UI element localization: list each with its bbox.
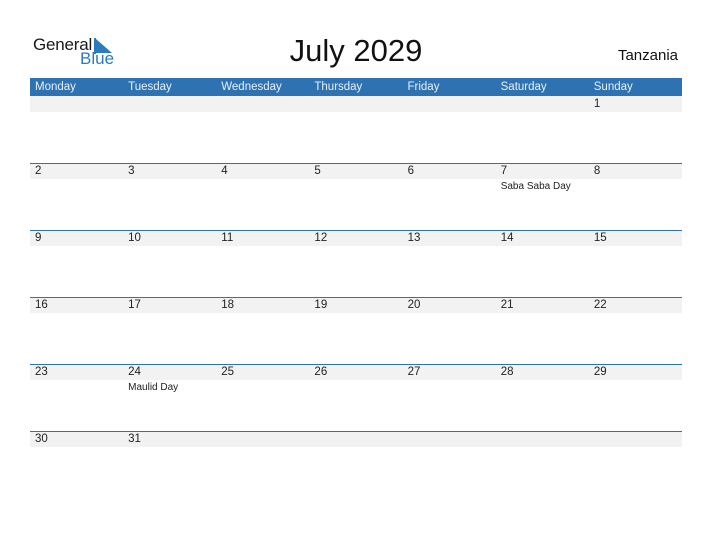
day-number: 13	[407, 232, 421, 244]
day-cell: 24 Maulid Day	[123, 364, 216, 431]
holiday-label: Saba Saba Day	[500, 181, 571, 192]
day-number: 30	[35, 433, 48, 445]
day-cell: 6	[403, 163, 496, 230]
day-cell: 25	[216, 364, 309, 431]
day-cell	[496, 96, 589, 163]
day-cell: 19	[309, 297, 402, 364]
day-number: 12	[314, 232, 328, 244]
day-number: 25	[221, 366, 235, 378]
day-cell: 23	[30, 364, 123, 431]
day-cell	[309, 431, 402, 498]
day-cell: 21	[496, 297, 589, 364]
day-cell: 26	[309, 364, 402, 431]
country-label: Tanzania	[617, 47, 678, 64]
day-number: 3	[128, 165, 135, 177]
week-row: 16 17 18 19 20 21 22	[30, 297, 682, 364]
day-number: 20	[407, 299, 421, 311]
day-cell	[123, 96, 216, 163]
day-number: 11	[221, 232, 234, 244]
day-cell: 20	[403, 297, 496, 364]
day-number: 8	[593, 165, 601, 177]
day-number: 27	[407, 366, 421, 378]
day-cell: 5	[309, 163, 402, 230]
day-number: 10	[128, 232, 141, 244]
weekday-saturday: Saturday	[500, 81, 547, 93]
day-number: 7	[500, 165, 508, 177]
weekday-sunday: Sunday	[593, 81, 633, 93]
day-cell: 17	[123, 297, 216, 364]
day-cell	[589, 431, 682, 498]
day-cell: 12	[309, 230, 402, 297]
day-cell: 1	[589, 96, 682, 163]
day-number: 28	[500, 366, 514, 378]
day-number: 6	[407, 165, 414, 177]
day-cell: 9	[30, 230, 123, 297]
day-number: 9	[35, 232, 42, 244]
day-number: 14	[500, 232, 514, 244]
weekday-header: Monday Tuesday Wednesday Thursday Friday…	[30, 78, 682, 96]
weekday-friday: Friday	[407, 81, 440, 93]
week-row: 1	[30, 96, 682, 163]
day-number: 16	[35, 299, 48, 311]
day-number: 17	[128, 299, 141, 311]
day-number: 26	[314, 366, 328, 378]
day-number: 15	[593, 232, 607, 244]
weekday-tuesday: Tuesday	[128, 81, 172, 93]
day-cell	[30, 96, 123, 163]
day-number: 31	[128, 433, 141, 445]
day-cell: 2	[30, 163, 123, 230]
day-cell	[403, 431, 496, 498]
week-row: 23 24 Maulid Day 25 26 27 28 29	[30, 364, 682, 431]
weeks-container: 1 2 3 4 5 6 7 Saba Saba Day 8 9 10 11 12 13 14 15 16 17 18…	[30, 96, 682, 498]
day-cell: 30	[30, 431, 123, 498]
weekday-wednesday: Wednesday	[221, 81, 282, 93]
day-cell: 28	[496, 364, 589, 431]
day-number: 21	[500, 299, 514, 311]
day-cell	[216, 431, 309, 498]
day-number: 23	[35, 366, 48, 378]
day-number: 18	[221, 299, 235, 311]
day-number: 5	[314, 165, 321, 177]
day-cell: 15	[589, 230, 682, 297]
day-number: 29	[593, 366, 607, 378]
week-row: 30 31	[30, 431, 682, 498]
day-cell: 4	[216, 163, 309, 230]
day-cell	[403, 96, 496, 163]
day-cell: 27	[403, 364, 496, 431]
day-cell	[496, 431, 589, 498]
page-title: July 2029	[289, 33, 423, 68]
week-row: 2 3 4 5 6 7 Saba Saba Day 8	[30, 163, 682, 230]
day-number: 4	[221, 165, 228, 177]
day-cell: 13	[403, 230, 496, 297]
day-cell: 31	[123, 431, 216, 498]
day-cell: 7 Saba Saba Day	[496, 163, 589, 230]
weekday-monday: Monday	[35, 81, 76, 93]
day-number: 24	[128, 366, 141, 378]
day-cell: 10	[123, 230, 216, 297]
week-row: 9 10 11 12 13 14 15	[30, 230, 682, 297]
day-cell: 8	[589, 163, 682, 230]
day-number: 1	[593, 98, 601, 110]
day-number: 2	[35, 165, 42, 177]
day-cell	[309, 96, 402, 163]
day-cell: 16	[30, 297, 123, 364]
day-cell: 29	[589, 364, 682, 431]
day-cell: 14	[496, 230, 589, 297]
day-cell: 3	[123, 163, 216, 230]
day-number: 19	[314, 299, 328, 311]
day-number: 22	[593, 299, 607, 311]
holiday-label: Maulid Day	[128, 382, 179, 393]
day-cell: 22	[589, 297, 682, 364]
weekday-thursday: Thursday	[314, 81, 363, 93]
day-cell: 18	[216, 297, 309, 364]
day-cell	[216, 96, 309, 163]
day-cell: 11	[216, 230, 309, 297]
calendar-grid: Monday Tuesday Wednesday Thursday Friday…	[30, 78, 682, 498]
